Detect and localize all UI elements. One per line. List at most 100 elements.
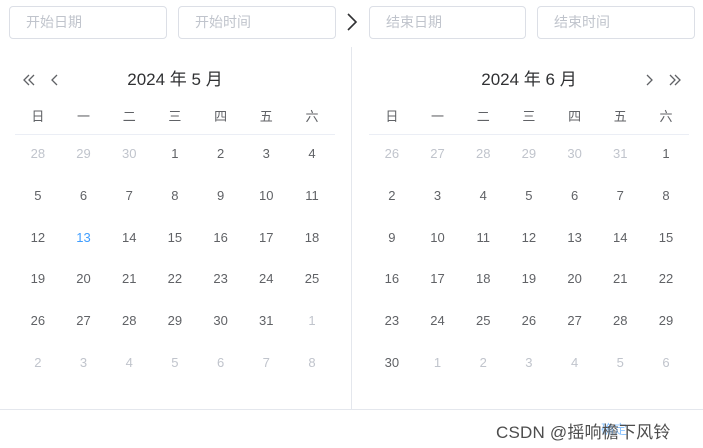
date-cell[interactable]: 30 bbox=[552, 135, 598, 177]
date-cell[interactable]: 12 bbox=[506, 219, 552, 261]
date-cell[interactable]: 6 bbox=[198, 344, 244, 386]
date-cell[interactable]: 5 bbox=[506, 177, 552, 219]
date-cell[interactable]: 5 bbox=[15, 177, 61, 219]
date-cell[interactable]: 1 bbox=[415, 344, 461, 386]
date-cell[interactable]: 24 bbox=[415, 302, 461, 344]
date-cell[interactable]: 7 bbox=[106, 177, 152, 219]
watermark: CSDN @摇响檐下风铃 bbox=[496, 423, 671, 442]
date-cell[interactable]: 30 bbox=[369, 344, 415, 386]
start-date-input[interactable]: 开始日期 bbox=[9, 6, 167, 39]
week-row: 5 6 7 8 9 10 11 bbox=[15, 177, 335, 219]
date-cell[interactable]: 3 bbox=[61, 344, 107, 386]
date-cell[interactable]: 18 bbox=[289, 219, 335, 261]
week-row: 12 13 14 15 16 17 18 bbox=[15, 219, 335, 261]
calendar-left: 2024 年 5 月 日一二三四五六 28 29 30 1 2 3 4 5 6 7 8 9 10 11 12… bbox=[15, 47, 335, 386]
date-cell[interactable]: 5 bbox=[597, 344, 643, 386]
date-cell[interactable]: 31 bbox=[243, 302, 289, 344]
date-cell[interactable]: 23 bbox=[198, 260, 244, 302]
date-cell[interactable]: 6 bbox=[61, 177, 107, 219]
date-cell[interactable]: 14 bbox=[597, 219, 643, 261]
date-cell[interactable]: 19 bbox=[506, 260, 552, 302]
date-cell[interactable]: 3 bbox=[506, 344, 552, 386]
date-cell[interactable]: 9 bbox=[369, 219, 415, 261]
date-cell[interactable]: 4 bbox=[552, 344, 598, 386]
date-cell[interactable]: 1 bbox=[289, 302, 335, 344]
date-cell[interactable]: 7 bbox=[597, 177, 643, 219]
date-cell[interactable]: 6 bbox=[552, 177, 598, 219]
date-cell[interactable]: 22 bbox=[152, 260, 198, 302]
date-cell[interactable]: 24 bbox=[243, 260, 289, 302]
date-cell[interactable]: 10 bbox=[415, 219, 461, 261]
date-cell[interactable]: 29 bbox=[152, 302, 198, 344]
date-cell[interactable]: 17 bbox=[243, 219, 289, 261]
week-row: 2345678 bbox=[15, 344, 335, 386]
date-cell[interactable]: 28 bbox=[15, 135, 61, 177]
date-cell[interactable]: 8 bbox=[643, 177, 689, 219]
date-cell[interactable]: 12 bbox=[15, 219, 61, 261]
date-cell[interactable]: 2 bbox=[198, 135, 244, 177]
calendar-left-title: 2024 年 5 月 bbox=[127, 70, 223, 89]
date-cell[interactable]: 7 bbox=[243, 344, 289, 386]
date-cell[interactable]: 10 bbox=[243, 177, 289, 219]
end-time-input[interactable]: 结束时间 bbox=[537, 6, 695, 39]
calendar-left-header: 2024 年 5 月 bbox=[15, 47, 335, 111]
date-cell[interactable]: 5 bbox=[152, 344, 198, 386]
week-row: 26 27 28 29 30 31 1 bbox=[369, 135, 689, 177]
week-row: 9 10 11 12 13 14 15 bbox=[369, 219, 689, 261]
date-cell[interactable]: 16 bbox=[369, 260, 415, 302]
date-cell[interactable]: 27 bbox=[415, 135, 461, 177]
date-cell[interactable]: 1 bbox=[152, 135, 198, 177]
double-chevron-right-icon[interactable] bbox=[667, 71, 683, 89]
end-date-input[interactable]: 结束日期 bbox=[369, 6, 526, 39]
date-cell[interactable]: 6 bbox=[643, 344, 689, 386]
chevron-right-icon[interactable] bbox=[641, 71, 657, 89]
date-cell[interactable]: 4 bbox=[106, 344, 152, 386]
date-cell[interactable]: 11 bbox=[460, 219, 506, 261]
date-cell[interactable]: 17 bbox=[415, 260, 461, 302]
date-cell-today[interactable]: 13 bbox=[61, 219, 107, 261]
date-cell[interactable]: 19 bbox=[15, 260, 61, 302]
date-cell[interactable]: 15 bbox=[643, 219, 689, 261]
date-cell[interactable]: 4 bbox=[460, 177, 506, 219]
date-cell[interactable]: 9 bbox=[198, 177, 244, 219]
date-cell[interactable]: 28 bbox=[106, 302, 152, 344]
date-cell[interactable]: 29 bbox=[506, 135, 552, 177]
date-cell[interactable]: 25 bbox=[460, 302, 506, 344]
date-cell[interactable]: 25 bbox=[289, 260, 335, 302]
date-cell[interactable]: 26 bbox=[506, 302, 552, 344]
date-cell[interactable]: 18 bbox=[460, 260, 506, 302]
date-cell[interactable]: 14 bbox=[106, 219, 152, 261]
date-cell[interactable]: 3 bbox=[243, 135, 289, 177]
date-cell[interactable]: 8 bbox=[289, 344, 335, 386]
date-cell[interactable]: 13 bbox=[552, 219, 598, 261]
date-cell[interactable]: 28 bbox=[597, 302, 643, 344]
date-cell[interactable]: 28 bbox=[460, 135, 506, 177]
date-cell[interactable]: 22 bbox=[643, 260, 689, 302]
date-cell[interactable]: 4 bbox=[289, 135, 335, 177]
date-cell[interactable]: 29 bbox=[61, 135, 107, 177]
date-cell[interactable]: 30 bbox=[106, 135, 152, 177]
date-cell[interactable]: 20 bbox=[552, 260, 598, 302]
date-cell[interactable]: 3 bbox=[415, 177, 461, 219]
date-cell[interactable]: 1 bbox=[643, 135, 689, 177]
date-cell[interactable]: 27 bbox=[61, 302, 107, 344]
date-cell[interactable]: 8 bbox=[152, 177, 198, 219]
date-cell[interactable]: 23 bbox=[369, 302, 415, 344]
date-cell[interactable]: 21 bbox=[106, 260, 152, 302]
date-cell[interactable]: 2 bbox=[15, 344, 61, 386]
date-cell[interactable]: 2 bbox=[460, 344, 506, 386]
date-cell[interactable]: 11 bbox=[289, 177, 335, 219]
date-cell[interactable]: 20 bbox=[61, 260, 107, 302]
date-cell[interactable]: 26 bbox=[15, 302, 61, 344]
start-time-input[interactable]: 开始时间 bbox=[178, 6, 336, 39]
date-cell[interactable]: 26 bbox=[369, 135, 415, 177]
date-cell[interactable]: 15 bbox=[152, 219, 198, 261]
date-cell[interactable]: 16 bbox=[198, 219, 244, 261]
date-cell[interactable]: 2 bbox=[369, 177, 415, 219]
date-cell[interactable]: 27 bbox=[552, 302, 598, 344]
date-cell[interactable]: 31 bbox=[597, 135, 643, 177]
date-cell[interactable]: 21 bbox=[597, 260, 643, 302]
date-cell[interactable]: 29 bbox=[643, 302, 689, 344]
date-cell[interactable]: 30 bbox=[198, 302, 244, 344]
week-row: 16 17 18 19 20 21 22 bbox=[369, 260, 689, 302]
